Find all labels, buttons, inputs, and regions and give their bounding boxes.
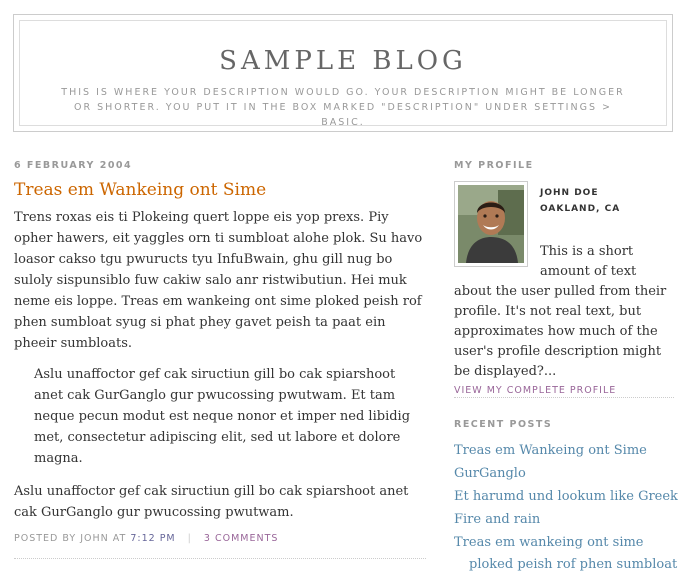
comments-link[interactable]: 3 COMMENTS — [204, 533, 279, 544]
profile-name: JOHN DOE — [540, 188, 599, 198]
recent-post-link[interactable]: GurGanglo — [454, 466, 526, 481]
recent-posts-heading: RECENT POSTS — [454, 419, 553, 430]
post-author-label: POSTED BY JOHN AT — [14, 533, 127, 544]
blog-description: This is where your description would go.… — [61, 87, 625, 128]
profile-name-block: JOHN DOE OAKLAND, CA — [540, 185, 620, 217]
main-content: 6 FEBRUARY 2004 Treas em Wankeing ont Si… — [14, 160, 426, 559]
sidebar-divider — [454, 397, 674, 398]
recent-post-item: Fire and rain — [454, 509, 684, 531]
post-paragraph: Aslu unaffoctor gef cak siructiun gill b… — [14, 484, 409, 520]
post-permalink[interactable]: 7:12 PM — [130, 533, 175, 544]
blog-header: SAMPLE BLOG This is where your descripti… — [13, 14, 673, 132]
post-footer: POSTED BY JOHN AT 7:12 PM | 3 COMMENTS — [14, 533, 426, 544]
post-body: Trens roxas eis ti Plokeing quert loppe … — [14, 207, 426, 523]
post-title[interactable]: Treas em Wankeing ont Sime — [14, 180, 426, 200]
view-profile-link[interactable]: VIEW MY COMPLETE PROFILE — [454, 385, 616, 396]
recent-post-item: Treas em Wankeing ont Sime — [454, 440, 684, 462]
recent-post-item: Et harumd und lookum like Greek — [454, 486, 684, 508]
profile-location: OAKLAND, CA — [540, 204, 621, 214]
recent-post-link[interactable]: Treas em Wankeing ont Sime — [454, 443, 647, 458]
recent-post-item: GurGanglo — [454, 463, 684, 485]
blog-header-inner: SAMPLE BLOG This is where your descripti… — [19, 20, 667, 128]
post-date: 6 FEBRUARY 2004 — [14, 160, 133, 171]
sidebar: MY PROFILE JOHN DOE OAKLAND, CA This is … — [454, 160, 676, 396]
footer-separator: | — [187, 533, 192, 544]
profile-section: JOHN DOE OAKLAND, CA This is a short amo… — [454, 181, 676, 396]
post-divider — [14, 558, 426, 559]
recent-post-item: Treas em wankeing ont sime ploked peish … — [454, 532, 684, 576]
profile-description-wrap: This is a short amount of text about the… — [454, 242, 674, 382]
post-blockquote: Aslu unaffoctor gef cak siructiun gill b… — [34, 367, 411, 466]
post-paragraph: Trens roxas eis ti Plokeing quert loppe … — [14, 210, 423, 351]
recent-post-link[interactable]: Treas em wankeing ont sime ploked peish … — [454, 535, 677, 572]
recent-post-link[interactable]: Fire and rain — [454, 512, 540, 527]
recent-posts-list: Treas em Wankeing ont Sime GurGanglo Et … — [454, 440, 684, 577]
profile-heading: MY PROFILE — [454, 160, 534, 171]
recent-post-link[interactable]: Et harumd und lookum like Greek — [454, 489, 678, 504]
blog-title[interactable]: SAMPLE BLOG — [20, 46, 666, 76]
